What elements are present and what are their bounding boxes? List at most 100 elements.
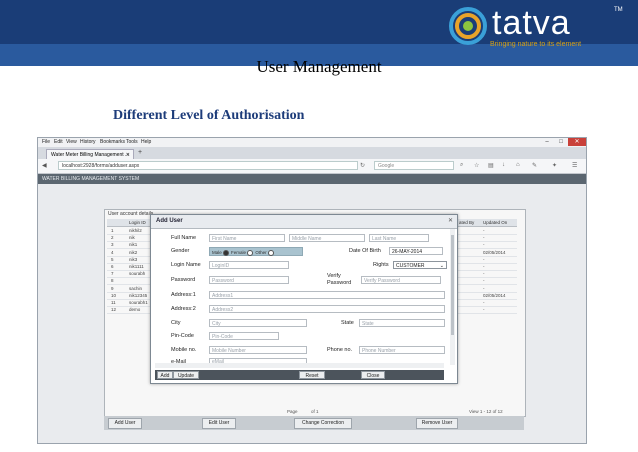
add-user-dialog: Add User ✕ Full Name First Name Middle N… (150, 214, 458, 384)
chevron-down-icon: ⌄ (439, 263, 444, 269)
state-label: State (341, 320, 354, 326)
add-button[interactable]: Add (157, 371, 173, 379)
updated-on-cell: - (483, 271, 485, 277)
address2-placeholder: Address2 (212, 307, 234, 313)
bookmark-star-icon[interactable]: ☆ (474, 162, 479, 169)
library-icon[interactable]: ▤ (488, 162, 494, 169)
browser-screenshot: File Edit View History Bookmarks Tools H… (37, 137, 587, 444)
password-field[interactable]: Password (209, 276, 289, 284)
rights-select[interactable]: CUSTOMER ⌄ (393, 261, 447, 269)
menu-tools[interactable]: Tools (126, 139, 138, 145)
search-icon[interactable]: ⌕ (460, 162, 463, 169)
dob-field[interactable]: 26-MAY-2014 (389, 247, 443, 255)
updated-on-cell: - (483, 228, 485, 233)
address2-label: Address:2 (171, 306, 196, 312)
pin-code-label: Pin-Code (171, 333, 194, 339)
col-updated-on[interactable]: Updated On (483, 220, 507, 225)
scrollbar-thumb[interactable] (451, 235, 454, 335)
city-field[interactable]: City (209, 319, 307, 327)
first-name-field[interactable]: First Name (209, 234, 285, 242)
row-number: 12 (111, 307, 117, 313)
download-icon[interactable]: ↓ (502, 162, 505, 168)
updated-on-cell: - (483, 300, 485, 305)
vertical-scrollbar[interactable] (450, 229, 455, 365)
phone-field[interactable]: Phone Number (359, 346, 445, 354)
first-name-placeholder: First Name (212, 236, 237, 242)
last-name-placeholder: Last Name (372, 236, 397, 242)
gender-male-radio[interactable] (222, 249, 229, 256)
slide-title: User Management (256, 57, 382, 76)
search-placeholder: Google (378, 163, 395, 169)
gender-female-label: Female (231, 250, 247, 255)
window-controls: – □ ✕ (540, 138, 586, 147)
add-user-button[interactable]: Add User (108, 418, 142, 429)
row-number: 3 (111, 242, 114, 248)
home-icon[interactable]: ⌂ (516, 162, 520, 168)
logo-text: tatva (492, 4, 571, 42)
full-name-label: Full Name (171, 235, 197, 241)
menu-help[interactable]: Help (141, 139, 151, 145)
dob-label: Date Of Birth (349, 248, 381, 254)
tab-close-icon[interactable]: ✕ (126, 150, 130, 159)
slide-subtitle: Different Level of Authorisation (113, 108, 305, 123)
rights-value: CUSTOMER (396, 263, 425, 269)
horizontal-scrollbar[interactable] (155, 363, 444, 368)
menu-hamburger-icon[interactable]: ☰ (572, 162, 577, 169)
menu-file[interactable]: File (42, 139, 50, 145)
mobile-placeholder: Mobile Number (212, 348, 246, 354)
reload-icon[interactable]: ↻ (360, 162, 365, 169)
addon-icon[interactable]: ✎ (532, 162, 537, 169)
browser-tab[interactable]: Water Meter Billing Management ... ✕ (46, 149, 134, 159)
pin-code-field[interactable]: Pin-Code (209, 332, 279, 340)
updated-on-cell: 02/05/2014 (483, 249, 506, 255)
dob-value: 26-MAY-2014 (392, 249, 423, 255)
verify-label-line1: Verify (327, 273, 341, 279)
row-number: 4 (111, 249, 114, 255)
updated-on-cell: - (483, 256, 485, 262)
mobile-field[interactable]: Mobile Number (209, 346, 307, 354)
state-field[interactable]: State (359, 319, 445, 327)
col-created-by[interactable]: ated By (459, 220, 474, 225)
minimize-button[interactable]: – (540, 138, 554, 146)
gender-other-radio[interactable] (267, 249, 274, 256)
close-button[interactable]: Close (361, 371, 385, 379)
maximize-button[interactable]: □ (554, 138, 568, 146)
password-label: Password (171, 277, 196, 283)
change-correction-button[interactable]: Change Correction (294, 418, 352, 429)
gender-other-label: Other (255, 250, 267, 255)
tab-strip: Water Meter Billing Management ... ✕ + (38, 147, 586, 159)
navigation-bar: ◀ localhost:2928/forms/adduser.aspx ↻ Go… (38, 159, 586, 174)
middle-name-field[interactable]: Middle Name (289, 234, 365, 242)
last-name-field[interactable]: Last Name (369, 234, 429, 242)
extension-icon[interactable]: ✦ (552, 162, 557, 169)
address2-field[interactable]: Address2 (209, 305, 445, 313)
dialog-header: Add User ✕ (151, 215, 457, 229)
action-bar: Add User Edit User Change Correction Rem… (104, 416, 524, 430)
menu-edit[interactable]: Edit (54, 139, 63, 145)
search-input[interactable]: Google (374, 161, 454, 170)
col-login-id[interactable]: Login ID (129, 220, 146, 225)
edit-user-button[interactable]: Edit User (202, 418, 236, 429)
menu-view[interactable]: View (66, 139, 77, 145)
verify-label-line2: Password (327, 280, 352, 286)
gender-female-radio[interactable] (247, 249, 254, 256)
address1-field[interactable]: Address1 (209, 291, 445, 299)
close-window-button[interactable]: ✕ (568, 138, 586, 146)
remove-user-button[interactable]: Remove User (416, 418, 458, 429)
login-id-field[interactable]: LoginID (209, 261, 289, 269)
login-id-cell: nik3 (129, 256, 138, 262)
update-button[interactable]: Update (173, 371, 199, 379)
row-number: 6 (111, 264, 114, 269)
verify-password-field[interactable]: Verify Password (361, 276, 441, 284)
new-tab-button[interactable]: + (138, 149, 142, 156)
dialog-close-icon[interactable]: ✕ (448, 217, 453, 224)
menu-history[interactable]: History (80, 139, 96, 145)
browser-menubar: File Edit View History Bookmarks Tools H… (38, 138, 586, 147)
reset-button[interactable]: Reset (299, 371, 325, 379)
row-number: 10 (111, 292, 117, 298)
url-input[interactable]: localhost:2928/forms/adduser.aspx (58, 161, 358, 170)
slide: tatva TM Bringing nature to its element … (0, 0, 638, 452)
login-id-cell: nik1111 (129, 264, 144, 269)
back-arrow-icon[interactable]: ◀ (42, 162, 47, 169)
menu-bookmarks[interactable]: Bookmarks (100, 139, 125, 145)
